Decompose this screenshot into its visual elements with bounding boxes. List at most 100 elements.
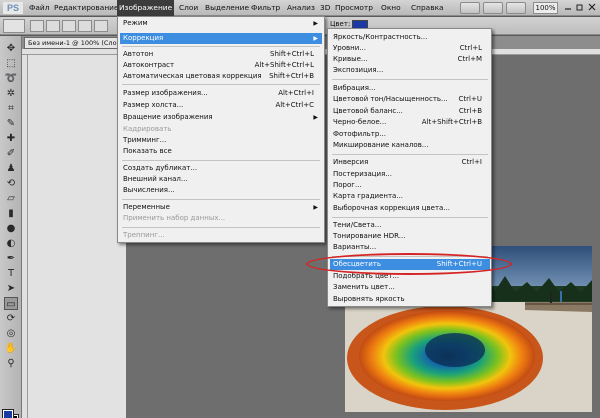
menu-separator — [332, 154, 488, 155]
menu-item-label: Автотон — [123, 50, 154, 58]
healing-brush-icon[interactable]: ✚ — [4, 132, 18, 145]
magic-wand-icon[interactable]: ✲ — [4, 87, 18, 100]
menu-item-selective-color[interactable]: Выборочная коррекция цвета... — [330, 203, 490, 214]
menu-view[interactable]: Просмотр — [333, 0, 375, 16]
gradient-tool-icon[interactable]: ▮ — [4, 207, 18, 220]
menu-item-mode[interactable]: Режим ▶ — [120, 18, 322, 29]
menu-edit[interactable]: Редактирование — [52, 0, 121, 16]
menu-layers[interactable]: Слои — [177, 0, 200, 16]
menu-item-calculations[interactable]: Вычисления... — [120, 185, 322, 196]
document-canvas[interactable] — [28, 55, 126, 418]
bridge-icon[interactable] — [460, 2, 480, 14]
menu-item-label: Тримминг... — [123, 136, 167, 144]
menu-item-replace-color[interactable]: Заменить цвет... — [330, 282, 490, 293]
history-brush-icon[interactable]: ⟲ — [4, 177, 18, 190]
menu-item-apply-image[interactable]: Внешний канал... — [120, 174, 322, 185]
menu-item-brightness-contrast[interactable]: Яркость/Контрастность... — [330, 32, 490, 43]
restore-icon[interactable] — [576, 3, 584, 11]
menu-item-match-color[interactable]: Подобрать цвет... — [330, 271, 490, 282]
color-label: Цвет: — [330, 20, 351, 28]
menu-item-exposure[interactable]: Экспозиция... — [330, 65, 490, 76]
minimize-icon[interactable] — [564, 3, 572, 11]
shape-option-icon[interactable] — [46, 20, 60, 32]
3d-rotate-icon[interactable]: ⟳ — [4, 312, 18, 325]
menu-item-invert[interactable]: Инверсия Ctrl+I — [330, 157, 490, 168]
document-tab[interactable]: Без имени-1 @ 100% (Слой — [24, 37, 119, 49]
shape-option-icon[interactable] — [62, 20, 76, 32]
arrange-icon[interactable] — [506, 2, 526, 14]
menu-item-reveal-all[interactable]: Показать все — [120, 146, 322, 157]
zoom-level[interactable]: 100% — [533, 2, 558, 14]
menu-item-color-balance[interactable]: Цветовой баланс... Ctrl+B — [330, 106, 490, 117]
path-selection-icon[interactable]: ➤ — [4, 282, 18, 295]
menu-item-canvas-size[interactable]: Размер холста... Alt+Ctrl+C — [120, 100, 322, 111]
menu-item-auto-tone[interactable]: Автотон Shift+Ctrl+L — [120, 49, 322, 60]
menu-window[interactable]: Окно — [379, 0, 403, 16]
menu-3d[interactable]: 3D — [318, 0, 332, 16]
menu-item-label: Черно-белое... — [333, 118, 387, 126]
menu-item-channel-mixer[interactable]: Микширование каналов... — [330, 140, 490, 151]
menu-item-label: Кадрировать — [123, 125, 172, 133]
menu-item-photo-filter[interactable]: Фотофильтр... — [330, 129, 490, 140]
menu-file[interactable]: Файл — [27, 0, 51, 16]
menu-item-image-size[interactable]: Размер изображения... Alt+Ctrl+I — [120, 88, 322, 99]
menu-item-vibrance[interactable]: Вибрация... — [330, 83, 490, 94]
type-tool-icon[interactable]: T — [4, 267, 18, 280]
menu-item-trim[interactable]: Тримминг... — [120, 135, 322, 146]
close-icon[interactable] — [588, 3, 596, 11]
shape-option-icon[interactable] — [78, 20, 92, 32]
menu-item-desaturate[interactable]: Обесцветить Shift+Ctrl+U — [330, 259, 490, 270]
menu-image[interactable]: Изображение — [117, 0, 175, 16]
menu-item-adjustments[interactable]: Коррекция ▶ — [120, 33, 322, 44]
clone-stamp-icon[interactable]: ♟ — [4, 162, 18, 175]
minibridge-icon[interactable] — [483, 2, 503, 14]
menu-shortcut: Alt+Shift+Ctrl+L — [254, 61, 314, 69]
menu-item-black-white[interactable]: Черно-белое... Alt+Shift+Ctrl+B — [330, 117, 490, 128]
menu-item-posterize[interactable]: Постеризация... — [330, 169, 490, 180]
menu-item-image-rotation[interactable]: Вращение изображения ▶ — [120, 112, 322, 123]
menu-item-label: Уровни... — [333, 44, 366, 52]
menu-item-label: Кривые... — [333, 55, 368, 63]
3d-orbit-icon[interactable]: ◎ — [4, 327, 18, 340]
eyedropper-icon[interactable]: ✎ — [4, 117, 18, 130]
menu-item-variations[interactable]: Варианты... — [330, 242, 490, 253]
menu-item-auto-contrast[interactable]: Автоконтраст Alt+Shift+Ctrl+L — [120, 60, 322, 71]
menu-item-hdr-toning[interactable]: Тонирование HDR... — [330, 231, 490, 242]
menu-item-label: Яркость/Контрастность... — [333, 33, 428, 41]
brush-tool-icon[interactable]: ✐ — [4, 147, 18, 160]
menu-item-levels[interactable]: Уровни... Ctrl+L — [330, 43, 490, 54]
menu-item-trap: Треппинг... — [120, 230, 322, 241]
menu-item-hue-saturation[interactable]: Цветовой тон/Насыщенность... Ctrl+U — [330, 94, 490, 105]
move-tool-icon[interactable]: ✥ — [4, 42, 18, 55]
menu-item-shadows-highlights[interactable]: Тени/Света... — [330, 220, 490, 231]
menu-item-threshold[interactable]: Порог... — [330, 180, 490, 191]
menu-item-auto-color[interactable]: Автоматическая цветовая коррекция Shift+C… — [120, 71, 322, 82]
zoom-tool-icon[interactable]: ⚲ — [4, 357, 18, 370]
shape-option-icon[interactable] — [94, 20, 108, 32]
menu-shortcut: Ctrl+M — [457, 55, 482, 63]
crop-tool-icon[interactable]: ⌗ — [4, 102, 18, 115]
submenu-arrow-icon: ▶ — [313, 114, 318, 121]
lasso-tool-icon[interactable]: ➰ — [4, 72, 18, 85]
menu-item-duplicate[interactable]: Создать дубликат... — [120, 163, 322, 174]
rectangle-tool-icon[interactable]: ▭ — [4, 297, 18, 310]
menu-item-label: Порог... — [333, 181, 362, 189]
menu-item-gradient-map[interactable]: Карта градиента... — [330, 191, 490, 202]
hand-tool-icon[interactable]: ✋ — [4, 342, 18, 355]
menu-help[interactable]: Справка — [409, 0, 446, 16]
tool-preset-picker[interactable] — [3, 19, 25, 33]
menu-item-equalize[interactable]: Выровнять яркость — [330, 294, 490, 305]
pen-tool-icon[interactable]: ✒ — [4, 252, 18, 265]
image-menu: Режим ▶ Коррекция ▶ Автотон Shift+Ctrl+L Ав… — [117, 16, 325, 243]
shape-option-icon[interactable] — [30, 20, 44, 32]
menu-analysis[interactable]: Анализ — [285, 0, 317, 16]
marquee-tool-icon[interactable]: ⬚ — [4, 57, 18, 70]
dodge-tool-icon[interactable]: ◐ — [4, 237, 18, 250]
eraser-tool-icon[interactable]: ▱ — [4, 192, 18, 205]
menu-select[interactable]: Выделение — [203, 0, 251, 16]
menu-filter[interactable]: Фильтр — [249, 0, 282, 16]
blur-tool-icon[interactable]: ● — [4, 222, 18, 235]
foreground-color[interactable] — [2, 409, 14, 418]
menu-item-curves[interactable]: Кривые... Ctrl+M — [330, 54, 490, 65]
menu-item-variables[interactable]: Переменные ▶ — [120, 202, 322, 213]
